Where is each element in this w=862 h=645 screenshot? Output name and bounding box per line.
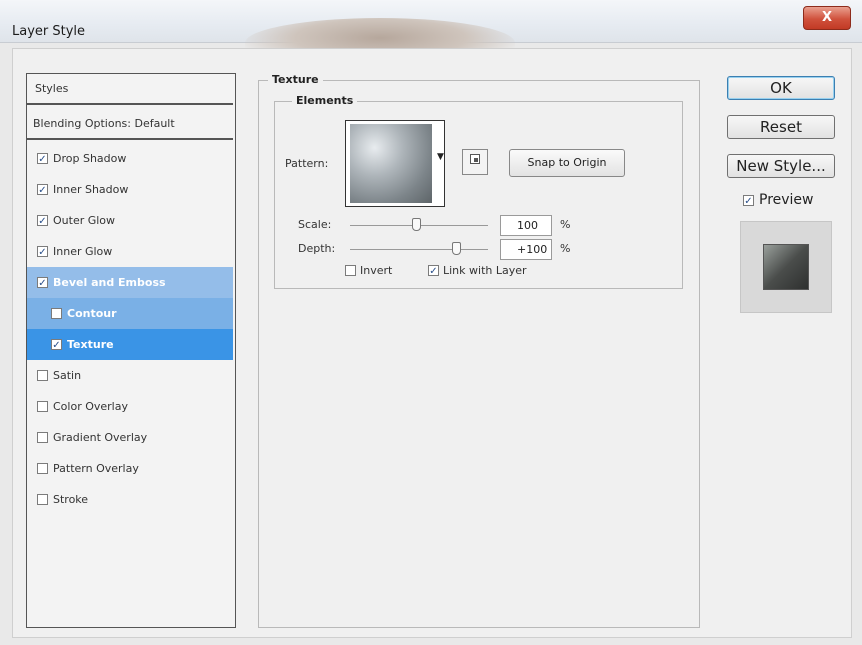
style-item-contour[interactable]: Contour xyxy=(27,298,233,329)
snap-to-origin-button[interactable]: Snap to Origin xyxy=(509,149,625,177)
style-preview xyxy=(740,221,832,313)
chevron-down-icon[interactable]: ▼ xyxy=(437,152,444,162)
depth-slider-handle[interactable] xyxy=(452,242,461,255)
style-item-label: Texture xyxy=(67,338,114,351)
ok-button[interactable]: OK xyxy=(727,76,835,100)
style-item-label: Inner Shadow xyxy=(53,183,129,196)
style-item-pattern-overlay[interactable]: Pattern Overlay xyxy=(27,453,233,484)
style-item-drop-shadow[interactable]: ✓ Drop Shadow xyxy=(27,143,233,174)
inner-glow-checkbox[interactable]: ✓ xyxy=(37,246,48,258)
style-item-label: Contour xyxy=(67,307,117,320)
pattern-overlay-checkbox[interactable] xyxy=(37,463,48,474)
color-overlay-checkbox[interactable] xyxy=(37,401,48,412)
scale-input[interactable]: 100 xyxy=(500,215,552,236)
invert-option[interactable]: Invert xyxy=(345,264,392,277)
texture-checkbox[interactable]: ✓ xyxy=(51,339,62,351)
scale-slider-handle[interactable] xyxy=(412,218,421,231)
scale-percent: % xyxy=(560,218,571,231)
style-item-label: Inner Glow xyxy=(53,245,113,258)
style-item-label: Outer Glow xyxy=(53,214,116,227)
close-button[interactable]: X xyxy=(803,6,851,30)
elements-group xyxy=(274,101,683,289)
contour-checkbox[interactable] xyxy=(51,308,62,319)
styles-header[interactable]: Styles xyxy=(27,74,233,105)
new-preset-icon[interactable] xyxy=(462,149,488,175)
preview-label: Preview xyxy=(759,192,814,208)
link-with-layer-label: Link with Layer xyxy=(443,264,527,277)
drop-shadow-checkbox[interactable]: ✓ xyxy=(37,153,48,165)
style-item-label: Stroke xyxy=(53,493,89,506)
style-item-outer-glow[interactable]: ✓ Outer Glow xyxy=(27,205,233,236)
styles-list: Styles Blending Options: Default ✓ Drop … xyxy=(26,73,236,628)
style-item-stroke[interactable]: Stroke xyxy=(27,484,233,515)
page-icon xyxy=(470,154,480,164)
invert-label: Invert xyxy=(360,264,393,277)
style-item-label: Satin xyxy=(53,369,82,382)
style-item-gradient-overlay[interactable]: Gradient Overlay xyxy=(27,422,233,453)
pattern-thumbnail xyxy=(350,124,432,203)
link-with-layer-option[interactable]: ✓ Link with Layer xyxy=(428,264,527,277)
depth-input[interactable]: +100 xyxy=(500,239,552,260)
depth-percent: % xyxy=(560,242,571,255)
style-item-label: Color Overlay xyxy=(53,400,128,413)
style-item-label: Pattern Overlay xyxy=(53,462,139,475)
style-item-inner-glow[interactable]: ✓ Inner Glow xyxy=(27,236,233,267)
satin-checkbox[interactable] xyxy=(37,370,48,381)
bevel-and-emboss-checkbox[interactable]: ✓ xyxy=(37,277,48,289)
style-item-label: Gradient Overlay xyxy=(53,431,148,444)
preview-option[interactable]: ✓ Preview xyxy=(743,192,814,208)
inner-shadow-checkbox[interactable]: ✓ xyxy=(37,184,48,196)
style-item-label: Bevel and Emboss xyxy=(53,276,166,289)
window-title: Layer Style xyxy=(12,24,86,39)
depth-label: Depth: xyxy=(298,242,336,255)
texture-group-title: Texture xyxy=(268,73,323,86)
new-style-button[interactable]: New Style... xyxy=(727,154,835,178)
style-item-inner-shadow[interactable]: ✓ Inner Shadow xyxy=(27,174,233,205)
pattern-picker[interactable] xyxy=(345,120,445,207)
invert-checkbox[interactable] xyxy=(345,265,356,276)
style-item-texture[interactable]: ✓ Texture xyxy=(27,329,233,360)
scale-label: Scale: xyxy=(298,218,332,231)
gradient-overlay-checkbox[interactable] xyxy=(37,432,48,443)
link-with-layer-checkbox[interactable]: ✓ xyxy=(428,265,439,277)
pattern-label: Pattern: xyxy=(285,157,329,170)
style-item-satin[interactable]: Satin xyxy=(27,360,233,391)
outer-glow-checkbox[interactable]: ✓ xyxy=(37,215,48,227)
reset-button[interactable]: Reset xyxy=(727,115,835,139)
style-item-color-overlay[interactable]: Color Overlay xyxy=(27,391,233,422)
stroke-checkbox[interactable] xyxy=(37,494,48,505)
elements-group-title: Elements xyxy=(292,94,358,107)
style-item-label: Drop Shadow xyxy=(53,152,127,165)
title-bar: Layer Style X xyxy=(0,0,862,68)
style-item-bevel-and-emboss[interactable]: ✓ Bevel and Emboss xyxy=(27,267,233,298)
depth-slider-track[interactable] xyxy=(350,249,488,250)
blending-options-item[interactable]: Blending Options: Default xyxy=(27,109,233,140)
preview-checkbox[interactable]: ✓ xyxy=(743,194,754,207)
preview-swatch xyxy=(763,244,809,290)
